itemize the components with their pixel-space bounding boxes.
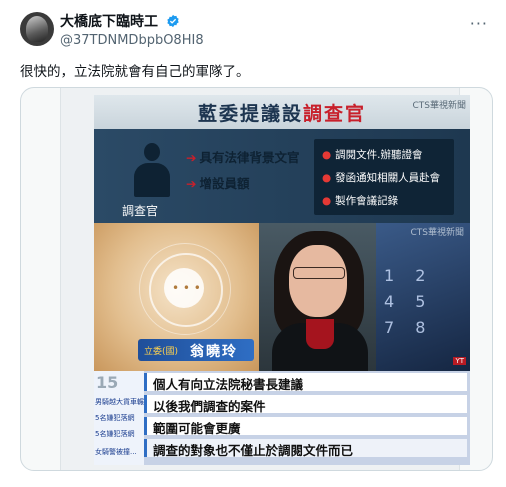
handle[interactable]: @37TDNMDbpbO8HI8 bbox=[60, 33, 204, 48]
yt-tag: YT bbox=[453, 357, 466, 365]
bullet-icon: ● bbox=[322, 195, 332, 207]
tweet-media[interactable]: 藍委提議設調查官 CTS華視新聞 調查官 ➔ 具有法律背景文官 ➔ 增設員額 ● 調閱… bbox=[20, 87, 493, 471]
news-title-bar: 藍委提議設調查官 CTS華視新聞 bbox=[94, 95, 470, 129]
speaker-role: 立委(國) bbox=[144, 347, 179, 357]
bullet-icon: ● bbox=[322, 149, 332, 161]
news-title-normal: 藍委提議設 bbox=[197, 103, 303, 125]
headset-dots: • • • bbox=[172, 281, 201, 295]
channel-logo: CTS華視新聞 bbox=[412, 101, 467, 111]
person-icon bbox=[132, 143, 172, 199]
tweet-text: 很快的，立法院就會有自己的軍隊了。 bbox=[20, 64, 250, 80]
ticker-item: 女騎警被撞... bbox=[95, 448, 137, 456]
duties-panel: ● 調閱文件.辦聽證會 ● 發函通知相關人員赴會 ● 製作會議記錄 bbox=[314, 139, 454, 215]
ticker-number: 15 bbox=[96, 373, 119, 392]
caption-line: 調查的對象也不僅止於調閱文件而已 bbox=[144, 439, 467, 458]
author-names: 大橋底下臨時工 @37TDNMDbpbO8HI8 bbox=[60, 10, 204, 48]
more-options-icon[interactable]: ··· bbox=[470, 14, 488, 33]
video-scene: • • • 1 24 57 8 CTS華視新聞 YT 立委(國) 翁曉玲 bbox=[94, 223, 470, 371]
speaker-name: 翁曉玲 bbox=[190, 344, 238, 360]
keypad-icon: 1 24 57 8 bbox=[384, 266, 434, 337]
point-item: ➔ 增設員額 bbox=[186, 176, 250, 191]
arrow-icon: ➔ bbox=[186, 150, 197, 165]
duty-item: ● 調閱文件.辦聽證會 bbox=[322, 149, 423, 161]
ticker-item: 男騎越大貨車輾... bbox=[95, 398, 151, 406]
info-graphic: 調查官 ➔ 具有法律背景文官 ➔ 增設員額 ● 調閱文件.辦聽證會 ● 發函通知相關人員… bbox=[94, 129, 470, 223]
bullet-icon: ● bbox=[322, 172, 332, 184]
role-label: 調查官 bbox=[122, 204, 159, 218]
caption-line: 以後我們調查的案件 bbox=[144, 395, 467, 414]
verified-badge-icon bbox=[167, 14, 179, 27]
caption-area: 15 男騎越大貨車輾... 5名嫌犯落網 5名嫌犯落網 女騎警被撞... 個人有… bbox=[94, 371, 470, 465]
ticker-item: 5名嫌犯落網 bbox=[95, 430, 135, 438]
caption-line: 個人有向立法院秘書長建議 bbox=[144, 373, 467, 392]
news-ticker-sidebar: 15 男騎越大貨車輾... 5名嫌犯落網 5名嫌犯落網 女騎警被撞... bbox=[94, 371, 151, 465]
caption-line: 範圍可能會更廣 bbox=[144, 417, 467, 436]
news-title-highlight: 調查官 bbox=[303, 103, 367, 125]
avatar-image bbox=[26, 16, 48, 42]
point-item: ➔ 具有法律背景文官 bbox=[186, 150, 300, 165]
watermark: CTS華視新聞 bbox=[410, 228, 465, 238]
ticker-item: 5名嫌犯落網 bbox=[95, 414, 135, 422]
tweet-header: 大橋底下臨時工 @37TDNMDbpbO8HI8 ··· bbox=[20, 10, 490, 50]
media-frame: 藍委提議設調查官 CTS華視新聞 調查官 ➔ 具有法律背景文官 ➔ 增設員額 ● 調閱… bbox=[60, 88, 470, 470]
display-name[interactable]: 大橋底下臨時工 bbox=[60, 11, 158, 31]
duty-item: ● 發函通知相關人員赴會 bbox=[322, 172, 441, 184]
arrow-icon: ➔ bbox=[186, 176, 197, 191]
duty-item: ● 製作會議記錄 bbox=[322, 195, 399, 207]
news-screenshot: 藍委提議設調查官 CTS華視新聞 調查官 ➔ 具有法律背景文官 ➔ 增設員額 ● 調閱… bbox=[94, 95, 470, 465]
speaker-bar: 立委(國) 翁曉玲 bbox=[138, 339, 254, 361]
avatar[interactable] bbox=[20, 12, 54, 46]
